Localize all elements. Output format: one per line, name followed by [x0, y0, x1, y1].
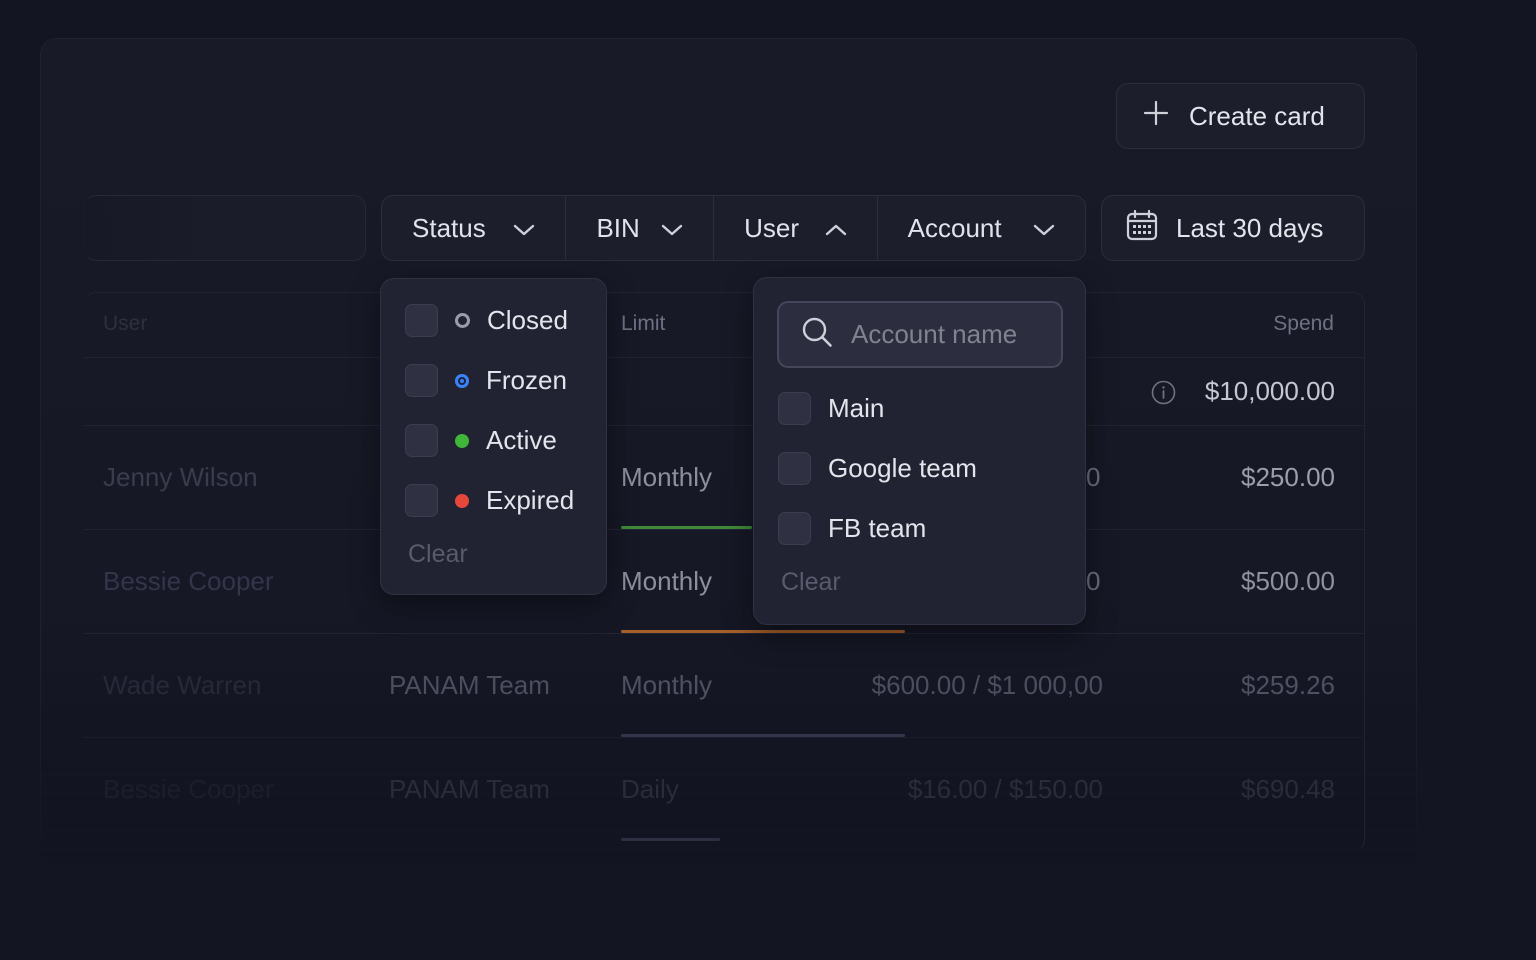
- bin-filter[interactable]: BIN: [566, 196, 715, 260]
- row-user: Bessie Cooper: [103, 566, 274, 596]
- divider: [84, 633, 1365, 634]
- plus-icon: [1143, 100, 1169, 133]
- cards-table: [84, 292, 1365, 852]
- row-limit: $600.00 / $1 000,00: [871, 670, 1103, 700]
- status-clear-button[interactable]: Clear: [408, 540, 468, 569]
- checkbox[interactable]: [405, 424, 438, 457]
- create-card-label: Create card: [1189, 100, 1325, 131]
- status-option-label: Closed: [487, 305, 568, 335]
- status-option-closed[interactable]: Closed: [405, 304, 568, 337]
- info-icon: [1151, 380, 1176, 410]
- status-dot-icon: [455, 313, 470, 328]
- row-spend: $250.00: [1241, 462, 1335, 492]
- row-user: Jenny Wilson: [103, 462, 258, 492]
- account-option-label: Main: [828, 393, 885, 423]
- row-period: Monthly: [621, 566, 713, 596]
- header-user: User: [103, 312, 148, 335]
- row-spend: $259.26: [1241, 670, 1335, 700]
- checkbox[interactable]: [405, 484, 438, 517]
- status-option-frozen[interactable]: Frozen: [405, 364, 567, 397]
- row-limit: 0: [1086, 462, 1101, 492]
- row-spend: $500.00: [1241, 566, 1335, 596]
- chevron-down-icon: [661, 213, 683, 244]
- account-option-fb-team[interactable]: FB team: [778, 512, 926, 545]
- calendar-icon: [1126, 209, 1158, 248]
- account-dropdown: Main Google team FB team Clear: [753, 277, 1086, 625]
- checkbox[interactable]: [405, 364, 438, 397]
- chevron-up-icon: [825, 213, 847, 244]
- checkbox[interactable]: [778, 452, 811, 485]
- status-option-label: Frozen: [486, 365, 567, 395]
- date-range-label: Last 30 days: [1176, 212, 1324, 243]
- row-account: PANAM Team: [389, 670, 550, 700]
- account-search-field[interactable]: [777, 301, 1063, 368]
- status-option-active[interactable]: Active: [405, 424, 557, 457]
- status-dropdown: Closed Frozen Active Expired Clear: [380, 278, 607, 595]
- account-option-label: FB team: [828, 513, 927, 543]
- row-limit: 0: [1086, 566, 1101, 596]
- checkbox[interactable]: [778, 512, 811, 545]
- account-filter[interactable]: Account: [878, 196, 1085, 260]
- bin-filter-label: BIN: [596, 212, 640, 243]
- user-filter-label: User: [744, 212, 799, 243]
- date-range-button[interactable]: Last 30 days: [1101, 195, 1365, 261]
- row-user: Bessie Cooper: [103, 774, 274, 804]
- status-option-expired[interactable]: Expired: [405, 484, 574, 517]
- account-clear-button[interactable]: Clear: [781, 568, 841, 597]
- row-period: Daily: [621, 774, 679, 804]
- row-period: Monthly: [621, 670, 713, 700]
- status-filter-label: Status: [412, 212, 486, 243]
- chevron-down-icon: [1033, 213, 1055, 244]
- row-period: Monthly: [621, 462, 713, 492]
- status-dot-icon: [455, 433, 469, 448]
- account-option-google-team[interactable]: Google team: [778, 452, 977, 485]
- total-spend: $10,000.00: [1204, 376, 1335, 406]
- row-spend: $690.48: [1241, 774, 1335, 804]
- user-filter[interactable]: User: [714, 196, 878, 260]
- account-filter-label: Account: [907, 212, 1002, 243]
- account-option-main[interactable]: Main: [778, 392, 884, 425]
- status-filter[interactable]: Status: [382, 196, 567, 260]
- checkbox[interactable]: [405, 304, 438, 337]
- status-dot-icon: [455, 373, 469, 388]
- search-icon: [801, 316, 833, 353]
- status-dot-icon: [455, 493, 469, 508]
- search-input[interactable]: [84, 195, 366, 261]
- chevron-down-icon: [513, 213, 535, 244]
- divider: [84, 425, 1365, 426]
- divider: [84, 529, 1365, 530]
- header-spend: Spend: [1273, 312, 1334, 335]
- checkbox[interactable]: [778, 392, 811, 425]
- account-option-label: Google team: [828, 453, 977, 483]
- row-account: PANAM Team: [389, 774, 550, 804]
- filter-bar: Status BIN User Account: [381, 195, 1086, 261]
- divider: [84, 737, 1365, 738]
- divider: [84, 357, 1365, 358]
- header-limit: Limit: [621, 312, 666, 335]
- row-limit: $16.00 / $150.00: [907, 774, 1103, 804]
- row-user: Wade Warren: [103, 670, 262, 700]
- limit-progress-bar: [621, 838, 720, 841]
- status-option-label: Active: [486, 425, 557, 455]
- create-card-button[interactable]: Create card: [1116, 83, 1365, 149]
- account-search-input[interactable]: [851, 319, 1051, 350]
- status-option-label: Expired: [486, 485, 575, 515]
